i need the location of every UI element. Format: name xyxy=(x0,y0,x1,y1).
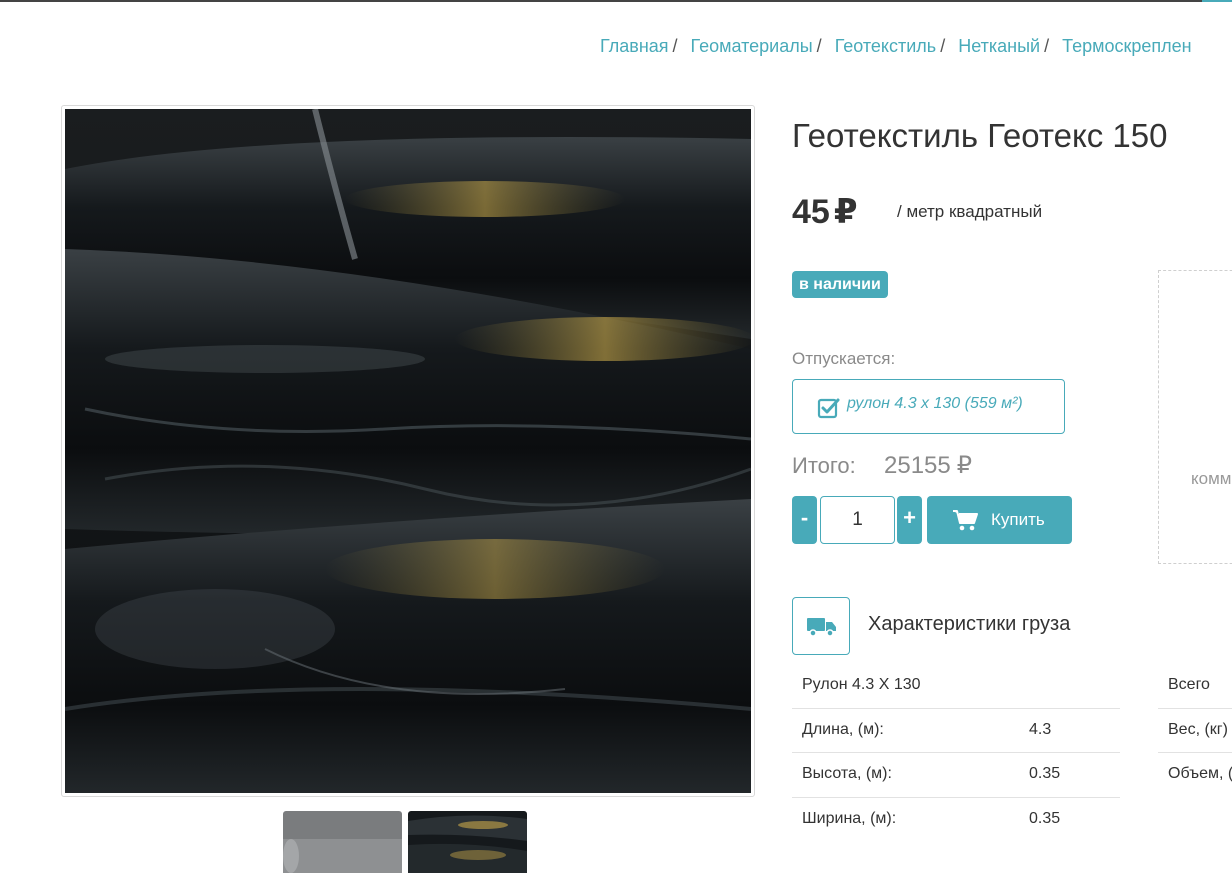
spec-key: Длина, (м): xyxy=(802,720,884,738)
spec-value: 0.35 xyxy=(1029,809,1061,827)
cargo-title: Характеристики груза xyxy=(868,613,1071,635)
spec-key: Ширина, (м): xyxy=(802,809,897,827)
spec-row: Ширина, (м): 0.35 xyxy=(792,798,1120,843)
package-option-label: рулон 4.3 х 130 (559 м²) xyxy=(847,395,1023,412)
top-border-accent xyxy=(1202,0,1232,2)
buy-button-label: Купить xyxy=(991,510,1045,529)
total-amount: 25155 xyxy=(884,452,951,479)
product-price: 45 ₽ xyxy=(792,192,858,232)
price-currency: ₽ xyxy=(833,193,858,231)
breadcrumb-separator: / xyxy=(816,36,822,56)
breadcrumb-thermobonded[interactable]: Термоскреплен xyxy=(1062,36,1192,56)
shopping-cart-icon xyxy=(953,510,978,531)
total-row: Вес, (кг) xyxy=(1158,709,1232,753)
quantity-input[interactable]: 1 xyxy=(820,496,895,544)
breadcrumb: Главная / Геоматериалы / Геотекстиль / Нетк… xyxy=(600,36,1192,57)
breadcrumb-separator: / xyxy=(672,36,678,56)
price-value: 45 xyxy=(792,193,830,231)
spec-roll-header: Рулон 4.3 X 130 xyxy=(802,676,921,693)
breadcrumb-separator: / xyxy=(940,36,946,56)
release-label: Отпускается: xyxy=(792,349,896,368)
stock-badge: в наличии xyxy=(792,271,888,298)
side-panel-text: комм xyxy=(1191,469,1232,488)
price-unit: / метр квадратный xyxy=(897,202,1043,221)
black-rolls-photo xyxy=(65,109,751,793)
breadcrumb-geomaterials[interactable]: Геоматериалы xyxy=(691,36,813,56)
cargo-spec-table: Рулон 4.3 X 130 Длина, (м): 4.3 Высота, … xyxy=(792,664,1120,842)
check-square-icon xyxy=(817,398,840,419)
total-header-row: Всего xyxy=(1158,664,1232,709)
total-currency: ₽ xyxy=(956,452,973,479)
cargo-icon-box xyxy=(792,597,850,655)
total-label: Итого: xyxy=(792,453,856,478)
breadcrumb-geotextile[interactable]: Геотекстиль xyxy=(835,36,936,56)
breadcrumb-separator: / xyxy=(1044,36,1050,56)
spec-header-row: Рулон 4.3 X 130 xyxy=(792,664,1120,709)
breadcrumb-home[interactable]: Главная xyxy=(600,36,669,56)
side-panel: комм xyxy=(1158,270,1232,564)
package-option[interactable]: рулон 4.3 х 130 (559 м²) xyxy=(792,379,1065,434)
total-key: Вес, (кг) xyxy=(1168,720,1228,738)
spec-row: Высота, (м): 0.35 xyxy=(792,753,1120,798)
spec-row: Длина, (м): 4.3 xyxy=(792,709,1120,753)
total-row: Объем, ( xyxy=(1158,753,1232,798)
total-value: 25155 ₽ xyxy=(884,451,972,480)
total-key: Объем, ( xyxy=(1168,765,1232,782)
cargo-total-table: Всего Вес, (кг) Объем, ( xyxy=(1158,664,1232,798)
breadcrumb-nonwoven[interactable]: Нетканый xyxy=(958,36,1040,56)
buy-button[interactable]: Купить xyxy=(927,496,1072,544)
truck-icon xyxy=(807,618,836,637)
quantity-increase-button[interactable]: + xyxy=(897,496,922,544)
product-title: Геотекстиль Геотекс 150 xyxy=(792,117,1168,154)
thumbnail-grey-roll[interactable] xyxy=(283,811,402,873)
product-main-image[interactable] xyxy=(61,105,755,797)
spec-value: 0.35 xyxy=(1029,765,1061,782)
spec-value: 4.3 xyxy=(1029,720,1052,738)
total-header: Всего xyxy=(1168,676,1210,693)
top-border xyxy=(0,0,1232,2)
thumbnail-black-rolls[interactable] xyxy=(408,811,527,873)
spec-key: Высота, (м): xyxy=(802,765,892,782)
quantity-decrease-button[interactable]: - xyxy=(792,496,817,544)
